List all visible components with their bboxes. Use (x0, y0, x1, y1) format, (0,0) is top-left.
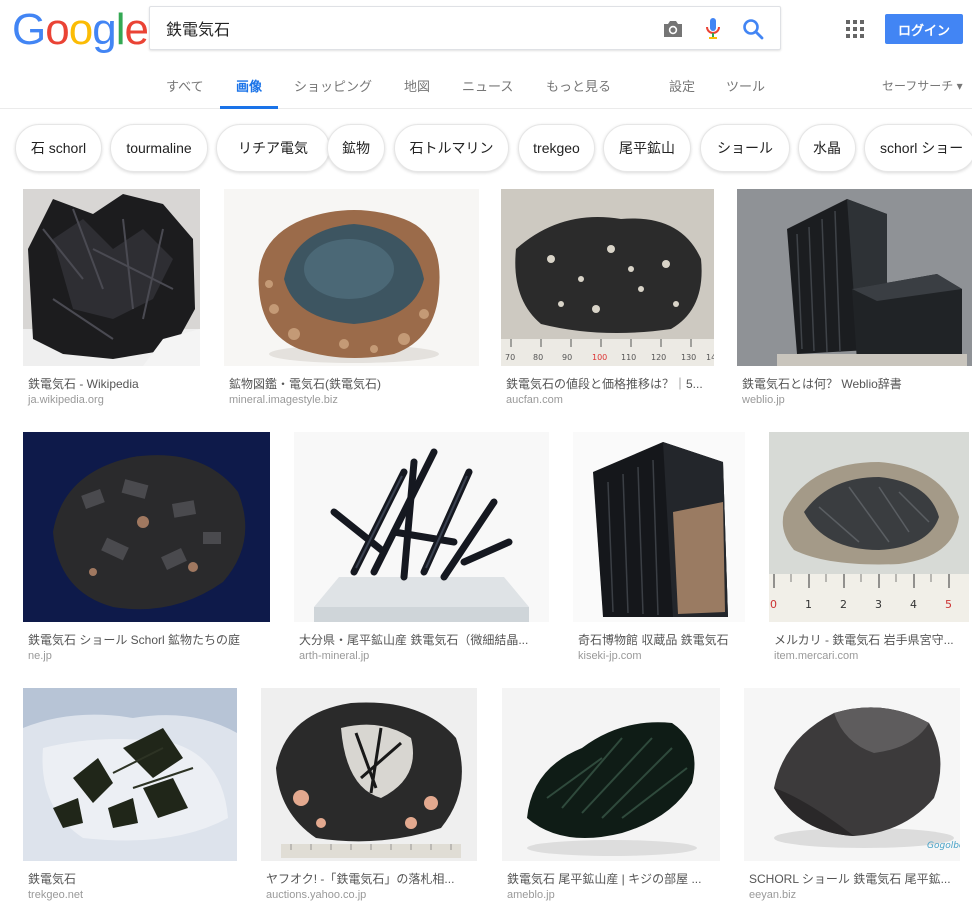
search-tabs: すべて 画像 ショッピング 地図 ニュース もっと見る 設定 ツール セーフサー… (0, 66, 972, 109)
result-source: ameblo.jp (507, 889, 555, 901)
chip[interactable]: trekgeo (518, 124, 595, 172)
logo-letter: e (124, 5, 149, 54)
tab-images[interactable]: 画像 (236, 76, 262, 95)
ruler-number: 5 (945, 598, 952, 611)
ruler-number: 120 (651, 353, 666, 362)
ruler-number: 70 (505, 353, 515, 362)
watermark: Gogolbe (927, 841, 960, 851)
related-search-chips: 石 schorl tourmaline リチア電気 鉱物 石トルマリン trek… (0, 109, 972, 189)
result-thumbnail[interactable] (261, 688, 477, 861)
ruler-number: 1 (805, 598, 812, 611)
ruler-number: 90 (562, 353, 572, 362)
result-title[interactable]: 大分県・尾平鉱山産 鉄電気石（微細結晶... (299, 631, 544, 648)
result-title[interactable]: 鉄電気石の値段と価格推移は？｜5... (506, 375, 714, 392)
ruler-number: 0 (770, 598, 777, 611)
result-thumbnail[interactable] (23, 432, 270, 622)
ruler-number: 140 (706, 353, 714, 362)
result-title[interactable]: ヤフオク! -「鉄電気石」の落札相... (266, 870, 476, 887)
logo-letter: o (68, 5, 94, 54)
ruler-number: 4 (910, 598, 917, 611)
ruler-number: 2 (840, 598, 847, 611)
image-result[interactable]: 鉄電気石 - Wikipedia ja.wikipedia.org (23, 189, 201, 409)
tab-shopping[interactable]: ショッピング (294, 76, 372, 95)
image-result[interactable]: 0 1 2 3 4 5 メルカリ - 鉄電気石 岩手県宮守... item.me… (769, 432, 972, 664)
microphone-icon[interactable] (700, 16, 726, 42)
chip[interactable]: ショール (700, 124, 790, 172)
result-source: weblio.jp (742, 394, 785, 406)
result-title[interactable]: メルカリ - 鉄電気石 岩手県宮守... (774, 631, 969, 648)
tab-maps[interactable]: 地図 (404, 76, 430, 95)
result-thumbnail[interactable] (23, 688, 237, 861)
result-thumbnail[interactable]: Gogolbe (744, 688, 960, 861)
camera-icon[interactable] (660, 16, 686, 42)
result-thumbnail[interactable] (573, 432, 745, 622)
result-thumbnail[interactable]: 70 80 90 100 110 120 130 140 (501, 189, 714, 366)
logo-letter: l (115, 5, 126, 54)
logo-letter: g (92, 5, 117, 54)
header: Google ログイン すべて 画像 ショッピング 地図 ニュース もっと見る … (0, 0, 972, 109)
result-thumbnail[interactable] (737, 189, 972, 366)
image-result[interactable]: 鉱物図鑑・電気石(鉄電気石) mineral.imagestyle.biz (224, 189, 479, 409)
result-source: aucfan.com (506, 394, 563, 406)
image-result[interactable]: 鉄電気石とは何？ Weblio辞書 weblio.jp (737, 189, 972, 409)
chip[interactable]: 鉱物 (327, 124, 385, 172)
result-source: kiseki-jp.com (578, 650, 642, 662)
tab-news[interactable]: ニュース (462, 76, 513, 95)
result-thumbnail[interactable] (23, 189, 200, 366)
tab-all[interactable]: すべて (166, 76, 204, 95)
ruler-number: 110 (621, 353, 636, 362)
ruler-number: 80 (533, 353, 543, 362)
safesearch-dropdown[interactable]: セーフサーチ ▾ (882, 77, 963, 94)
image-result[interactable]: 大分県・尾平鉱山産 鉄電気石（微細結晶... arth-mineral.jp (294, 432, 549, 664)
image-result[interactable]: 鉄電気石 尾平鉱山産 | キジの部屋 ... ameblo.jp (502, 688, 721, 908)
logo-letter: o (45, 5, 70, 54)
tab-tools[interactable]: ツール (726, 76, 765, 95)
result-source: auctions.yahoo.co.jp (266, 889, 367, 901)
result-source: eeyan.biz (749, 889, 797, 901)
result-thumbnail[interactable] (224, 189, 479, 366)
result-title[interactable]: 鉄電気石とは何？ Weblio辞書 (742, 375, 967, 392)
result-source: trekgeo.net (28, 889, 84, 901)
search-icon[interactable] (740, 16, 766, 42)
login-button[interactable]: ログイン (885, 14, 963, 44)
google-logo[interactable]: Google (12, 5, 149, 54)
result-title[interactable]: 鉄電気石 (28, 870, 233, 887)
result-source: item.mercari.com (774, 650, 859, 662)
image-result[interactable]: 鉄電気石 ショール Schorl 鉱物たちの庭 ne.jp (23, 432, 270, 664)
tab-settings[interactable]: 設定 (669, 76, 695, 95)
result-thumbnail[interactable] (502, 688, 720, 861)
image-result[interactable]: 鉄電気石 trekgeo.net (23, 688, 238, 908)
chip[interactable]: 尾平鉱山 (603, 124, 691, 172)
result-title[interactable]: 鉄電気石 ショール Schorl 鉱物たちの庭 (28, 631, 268, 648)
image-result[interactable]: 奇石博物館 収蔵品 鉄電気石 kiseki-jp.com (573, 432, 745, 664)
search-input[interactable] (166, 7, 646, 49)
image-result[interactable]: ヤフオク! -「鉄電気石」の落札相... auctions.yahoo.co.j… (261, 688, 478, 908)
result-title[interactable]: 奇石博物館 収蔵品 鉄電気石 (578, 631, 746, 648)
ruler-number: 130 (681, 353, 696, 362)
result-source: mineral.imagestyle.biz (229, 394, 338, 406)
chip[interactable]: schorl ショー (864, 124, 972, 172)
chip[interactable]: 水晶 (798, 124, 856, 172)
result-thumbnail[interactable] (294, 432, 549, 622)
tab-more[interactable]: もっと見る (546, 76, 611, 95)
result-title[interactable]: 鉄電気石 尾平鉱山産 | キジの部屋 ... (507, 870, 717, 887)
ruler-number: 100 (592, 353, 607, 362)
result-source: ne.jp (28, 650, 52, 662)
result-thumbnail[interactable]: 0 1 2 3 4 5 (769, 432, 969, 622)
apps-grid-icon[interactable] (844, 18, 866, 40)
result-title[interactable]: 鉄電気石 - Wikipedia (28, 375, 200, 392)
search-box (149, 6, 781, 50)
chip[interactable]: リチア電気 (216, 124, 330, 172)
chip[interactable]: 石 schorl (15, 124, 102, 172)
result-title[interactable]: 鉱物図鑑・電気石(鉄電気石) (229, 375, 474, 392)
chip[interactable]: tourmaline (110, 124, 208, 172)
logo-letter: G (12, 5, 46, 54)
image-result[interactable]: Gogolbe SCHORL ショール 鉄電気石 尾平鉱... eeyan.bi… (744, 688, 972, 908)
image-result[interactable]: 70 80 90 100 110 120 130 140 鉄電気石の値段と価格推… (501, 189, 714, 409)
result-source: arth-mineral.jp (299, 650, 370, 662)
result-source: ja.wikipedia.org (28, 394, 104, 406)
chip[interactable]: 石トルマリン (394, 124, 509, 172)
result-title[interactable]: SCHORL ショール 鉄電気石 尾平鉱... (749, 870, 961, 887)
ruler-number: 3 (875, 598, 882, 611)
